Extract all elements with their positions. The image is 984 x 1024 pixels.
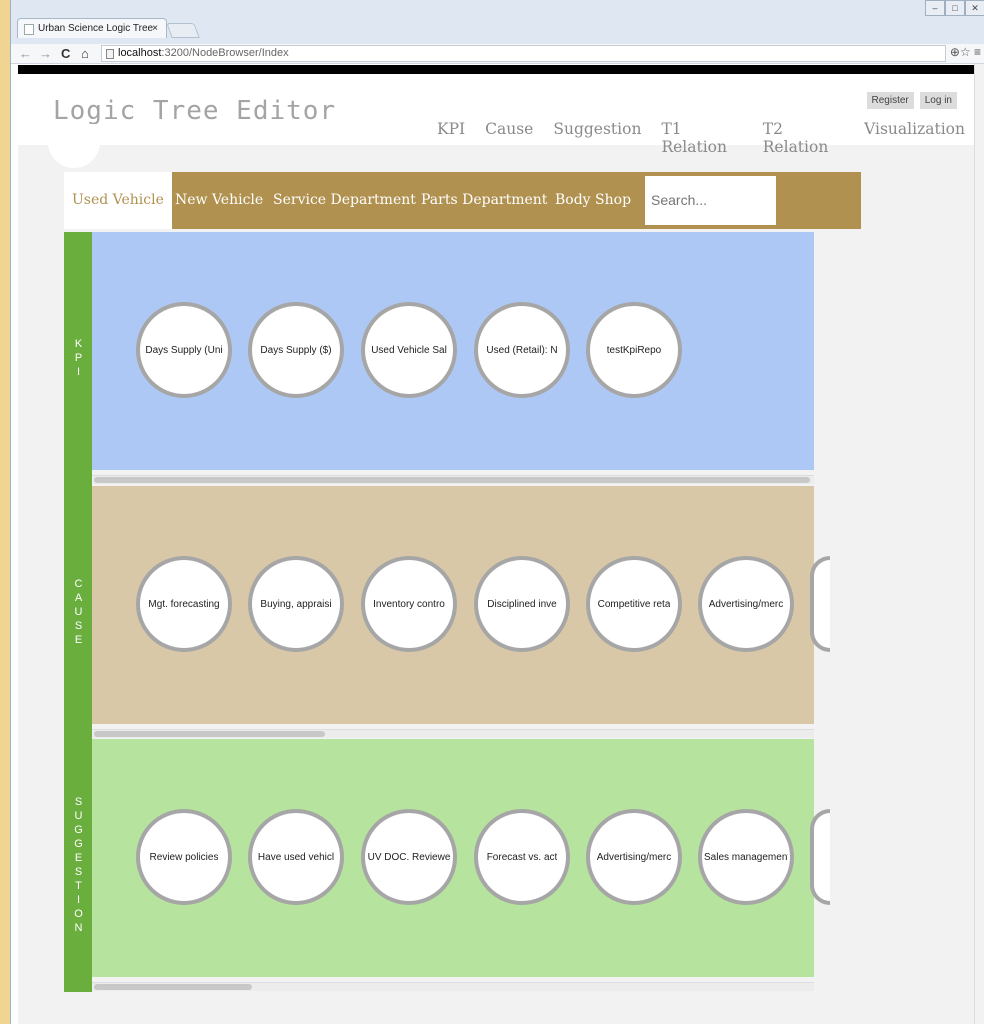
scroll-thumb[interactable] xyxy=(94,984,252,990)
nav-t1-relation[interactable]: T1 Relation xyxy=(661,120,742,156)
row-label-kpi: KPI xyxy=(64,232,92,486)
browser-titlebar: Urban Science Logic Tree × – □ ✕ xyxy=(11,0,984,44)
cause-node[interactable]: Competitive reta xyxy=(586,556,682,652)
cause-node[interactable]: Mgt. forecasting xyxy=(136,556,232,652)
back-arrow-icon[interactable]: ← xyxy=(19,46,32,61)
suggestion-node[interactable]: Forecast vs. act xyxy=(474,809,570,905)
browser-tab[interactable]: Urban Science Logic Tree × xyxy=(17,18,167,38)
node-label: Disciplined inve xyxy=(487,598,557,610)
node-label: Advertising/merc xyxy=(708,598,784,610)
page-vertical-scrollbar[interactable] xyxy=(974,64,984,1024)
node-label: Used (Retail): N xyxy=(486,344,558,356)
suggestion-node[interactable]: Sales management xyxy=(698,809,794,905)
row-label-text: SUGGESTION xyxy=(72,795,85,936)
kpi-scrollbar[interactable] xyxy=(92,475,814,484)
cause-panel: Mgt. forecasting Buying, appraisi Invent… xyxy=(92,486,830,724)
document-icon xyxy=(24,24,34,35)
browser-toolbar: ← → C ⌂ localhost:3200/NodeBrowser/Index… xyxy=(11,44,984,64)
nav-cause[interactable]: Cause xyxy=(485,120,533,156)
close-window-button[interactable]: ✕ xyxy=(965,0,984,16)
tab-title: Urban Science Logic Tree xyxy=(38,23,154,34)
row-label-text: CAUSE xyxy=(72,577,85,648)
suggestion-node[interactable]: Have used vehicl xyxy=(248,809,344,905)
search-input[interactable] xyxy=(645,176,776,225)
kpi-row: KPI Days Supply (Uni Days Supply ($) Use… xyxy=(64,232,814,486)
kpi-panel: Days Supply (Uni Days Supply ($) Used Ve… xyxy=(92,232,814,470)
register-button[interactable]: Register xyxy=(866,92,914,109)
kpi-node[interactable]: testKpiRepo xyxy=(586,302,682,398)
suggestion-row: SUGGESTION Review policies Have used veh… xyxy=(64,739,830,992)
login-button[interactable]: Log in xyxy=(919,92,957,109)
category-bar: Used Vehicle New Vehicle Service Departm… xyxy=(64,172,861,229)
suggestion-node[interactable]: Review policies xyxy=(136,809,232,905)
window-controls: – □ ✕ xyxy=(925,0,984,16)
category-new-vehicle[interactable]: New Vehicle xyxy=(175,172,263,229)
node-label: Advertising/merc xyxy=(596,851,672,863)
suggestion-node-partial[interactable] xyxy=(810,809,830,905)
app-logo[interactable]: Logic Tree Editor xyxy=(53,96,336,126)
nav-suggestion[interactable]: Suggestion xyxy=(553,120,641,156)
scroll-thumb[interactable] xyxy=(94,477,810,483)
main-nav: KPI Cause Suggestion T1 Relation T2 Rela… xyxy=(437,120,984,156)
node-label: Days Supply (Uni xyxy=(145,344,223,356)
browser-window: Urban Science Logic Tree × – □ ✕ ← → C ⌂… xyxy=(10,0,984,1024)
page-icon xyxy=(106,49,114,59)
nav-kpi[interactable]: KPI xyxy=(437,120,465,156)
minimize-button[interactable]: – xyxy=(925,0,945,16)
reload-icon[interactable]: C xyxy=(61,46,70,61)
category-body-shop[interactable]: Body Shop xyxy=(555,172,631,229)
row-label-text: KPI xyxy=(72,338,85,380)
tab-close-icon[interactable]: × xyxy=(152,19,158,39)
category-used-vehicle[interactable]: Used Vehicle xyxy=(64,172,172,229)
node-label: Mgt. forecasting xyxy=(148,598,220,610)
app-header: Logic Tree Editor KPI Cause Suggestion T… xyxy=(18,74,984,156)
node-label: Forecast vs. act xyxy=(486,851,558,863)
maximize-button[interactable]: □ xyxy=(945,0,965,16)
address-bar[interactable]: localhost:3200/NodeBrowser/Index xyxy=(101,45,946,62)
suggestion-node[interactable]: UV DOC. Reviewe xyxy=(361,809,457,905)
kpi-node[interactable]: Days Supply (Uni xyxy=(136,302,232,398)
category-parts-department[interactable]: Parts Department xyxy=(421,172,547,229)
suggestion-scrollbar[interactable] xyxy=(92,982,814,991)
node-label: Used Vehicle Sal xyxy=(371,344,447,356)
scroll-thumb[interactable] xyxy=(94,731,325,737)
kpi-node[interactable]: Used Vehicle Sal xyxy=(361,302,457,398)
cause-scrollbar[interactable] xyxy=(92,729,814,738)
nav-t2-relation[interactable]: T2 Relation xyxy=(763,120,844,156)
cause-node[interactable]: Inventory contro xyxy=(361,556,457,652)
cause-node[interactable]: Disciplined inve xyxy=(474,556,570,652)
node-label: Inventory contro xyxy=(373,598,445,610)
logo-bump xyxy=(48,124,100,168)
top-black-bar xyxy=(18,65,984,74)
row-label-cause: CAUSE xyxy=(64,486,92,739)
row-label-suggestion: SUGGESTION xyxy=(64,739,92,992)
kpi-node[interactable]: Days Supply ($) xyxy=(248,302,344,398)
forward-arrow-icon[interactable]: → xyxy=(39,46,52,61)
app-page: Logic Tree Editor KPI Cause Suggestion T… xyxy=(18,74,984,1024)
node-label: Review policies xyxy=(149,851,219,863)
kpi-node[interactable]: Used (Retail): N xyxy=(474,302,570,398)
url-host: localhost xyxy=(118,47,162,59)
cause-node[interactable]: Advertising/merc xyxy=(698,556,794,652)
home-icon[interactable]: ⌂ xyxy=(81,46,89,61)
auth-links: Register Log in xyxy=(866,92,957,109)
node-label: Buying, appraisi xyxy=(260,598,332,610)
node-label: Competitive reta xyxy=(597,598,671,610)
node-label: Sales management xyxy=(704,851,788,863)
node-label: Have used vehicl xyxy=(257,851,335,863)
cause-node-partial[interactable] xyxy=(810,556,830,652)
node-label: testKpiRepo xyxy=(606,344,662,356)
nav-visualization[interactable]: Visualization xyxy=(864,120,965,156)
suggestion-panel: Review policies Have used vehicl UV DOC.… xyxy=(92,739,830,977)
cause-node[interactable]: Buying, appraisi xyxy=(248,556,344,652)
node-label: UV DOC. Reviewe xyxy=(367,851,451,863)
node-label: Days Supply ($) xyxy=(260,344,332,356)
url-path: :3200/NodeBrowser/Index xyxy=(161,47,289,59)
cause-row: CAUSE Mgt. forecasting Buying, appraisi … xyxy=(64,486,830,739)
new-tab-button[interactable] xyxy=(166,23,200,38)
zoom-star-menu-icons[interactable]: ⊕☆ ≡ xyxy=(950,45,981,59)
suggestion-node[interactable]: Advertising/merc xyxy=(586,809,682,905)
category-service-department[interactable]: Service Department xyxy=(273,172,416,229)
